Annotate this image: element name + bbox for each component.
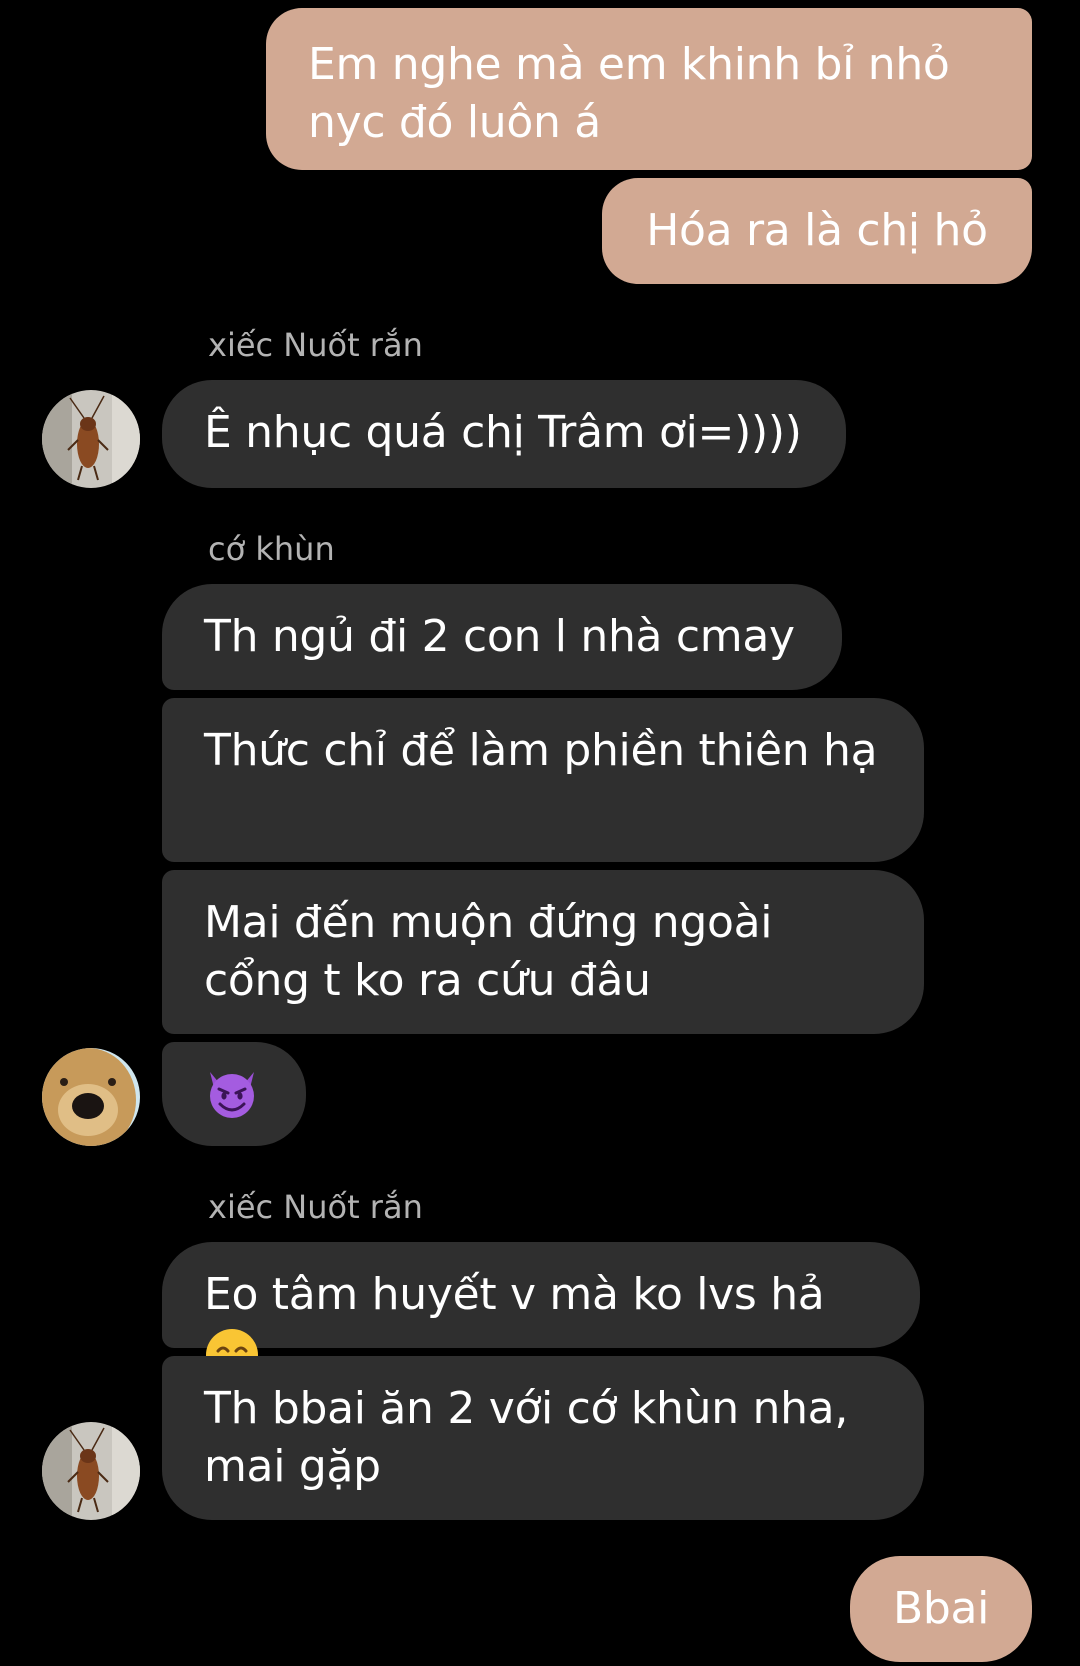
incoming-message-bubble[interactable]: Ê nhục quá chị Trâm ơi=)))) bbox=[162, 380, 846, 488]
smiling-devil-emoji bbox=[210, 1072, 254, 1118]
message-text: Thức chỉ để làm phiền thiên hạ bbox=[204, 725, 878, 776]
message-text: Em nghe mà em khinh bỉ nhỏ nyc đó luôn á bbox=[308, 39, 950, 148]
outgoing-message-bubble[interactable]: Hóa ra là chị hỏ bbox=[602, 178, 1032, 284]
incoming-message-bubble[interactable] bbox=[162, 1042, 306, 1146]
message-text: Bbai bbox=[892, 1583, 990, 1634]
outgoing-message-bubble[interactable]: Em nghe mà em khinh bỉ nhỏ nyc đó luôn á bbox=[266, 8, 1032, 170]
outgoing-message-bubble[interactable]: Bbai bbox=[850, 1556, 1032, 1662]
sender-name: xiếc Nuốt rắn bbox=[208, 1188, 423, 1226]
message-text: Mai đến muộn đứng ngoài cổng t ko ra cứu… bbox=[204, 897, 773, 1006]
sender-name: cớ khùn bbox=[208, 530, 335, 568]
message-text: Th bbai ăn 2 với cớ khùn nha, mai gặp bbox=[204, 1383, 849, 1492]
incoming-message-bubble[interactable]: Th ngủ đi 2 con l nhà cmay bbox=[162, 584, 842, 690]
incoming-message-bubble[interactable]: Mai đến muộn đứng ngoài cổng t ko ra cứu… bbox=[162, 870, 924, 1034]
cockroach-avatar[interactable] bbox=[42, 1422, 140, 1520]
message-text: Th ngủ đi 2 con l nhà cmay bbox=[204, 611, 795, 662]
message-text: Hóa ra là chị hỏ bbox=[646, 205, 988, 256]
message-text: Ê nhục quá chị Trâm ơi=)))) bbox=[204, 407, 802, 458]
sender-name: xiếc Nuốt rắn bbox=[208, 326, 423, 364]
incoming-message-bubble[interactable]: Thức chỉ để làm phiền thiên hạ bbox=[162, 698, 924, 862]
dog-avatar[interactable] bbox=[42, 1048, 140, 1146]
incoming-message-bubble[interactable]: Eo tâm huyết v mà ko lvs hả bbox=[162, 1242, 920, 1381]
incoming-message-bubble[interactable]: Th bbai ăn 2 với cớ khùn nha, mai gặp bbox=[162, 1356, 924, 1520]
message-text: Eo tâm huyết v mà ko lvs hả bbox=[204, 1269, 825, 1320]
cockroach-avatar[interactable] bbox=[42, 390, 140, 488]
